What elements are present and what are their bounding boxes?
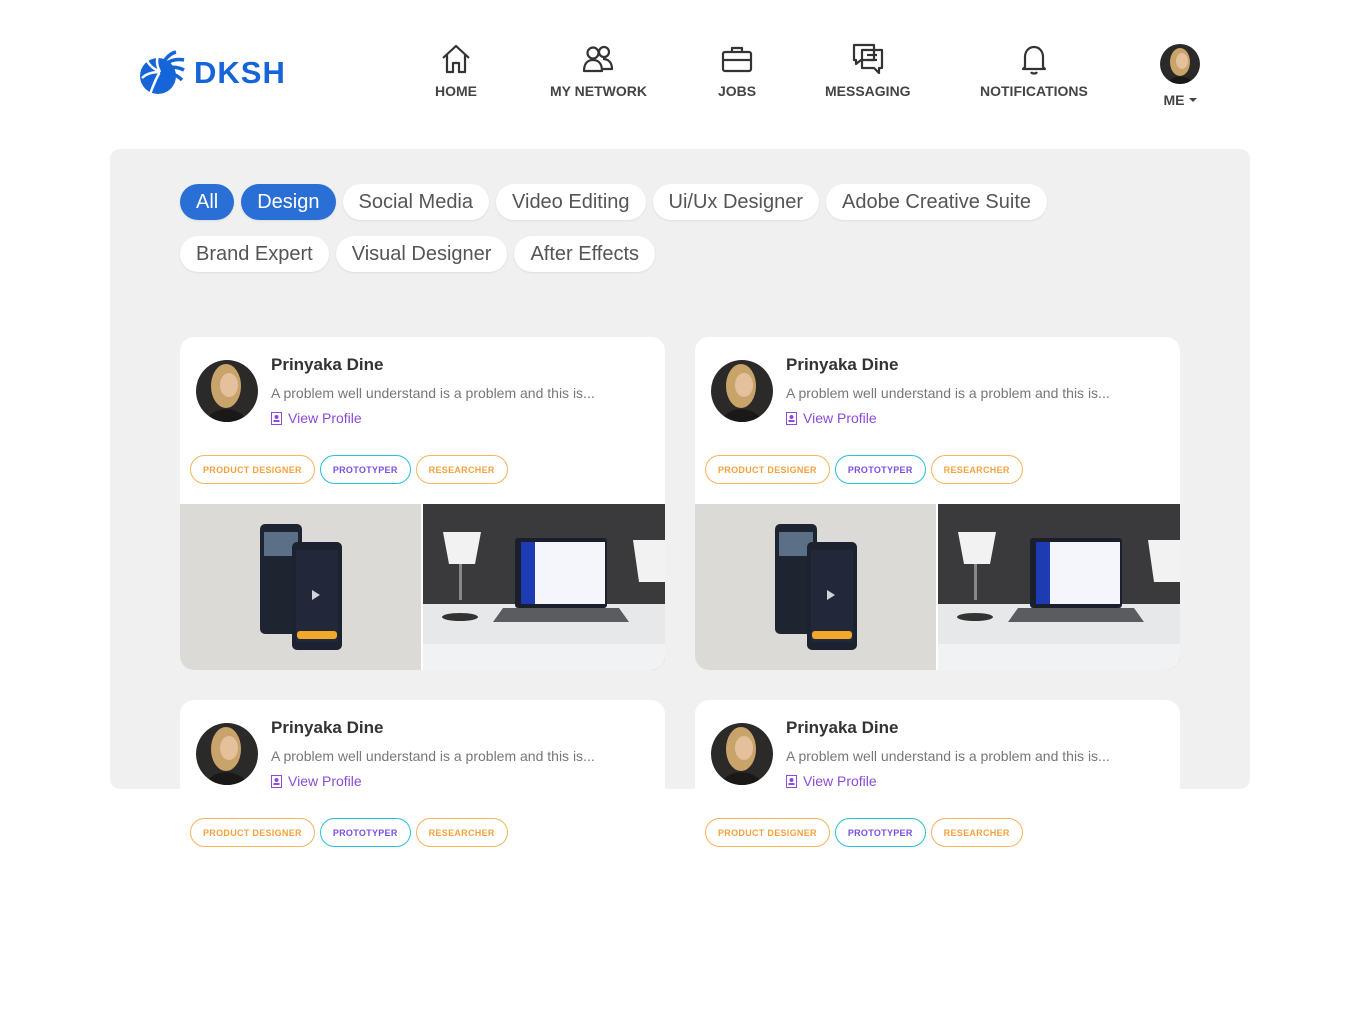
chip-visual-designer[interactable]: Visual Designer	[335, 236, 508, 272]
chip-brand-expert[interactable]: Brand Expert	[180, 236, 329, 272]
profile-name[interactable]: Prinyaka Dine	[786, 355, 898, 375]
me-menu[interactable]: ME	[1164, 92, 1197, 108]
phone-mockup-image[interactable]	[180, 504, 421, 670]
nav-my-network-label: MY NETWORK	[550, 83, 647, 99]
profile-icon	[271, 774, 282, 788]
view-profile-link[interactable]: View Profile	[786, 410, 877, 426]
tag-researcher[interactable]: RESEARCHER	[415, 455, 508, 484]
avatar	[1160, 44, 1200, 84]
profile-card[interactable]: Prinyaka Dine A problem well understand …	[180, 700, 665, 1033]
profile-description: A problem well understand is a problem a…	[271, 748, 595, 764]
profile-card[interactable]: Prinyaka Dine A problem well understand …	[695, 337, 1180, 670]
brand-name: DKSH	[194, 55, 286, 90]
tag-researcher[interactable]: RESEARCHER	[930, 818, 1023, 847]
avatar	[711, 723, 773, 785]
tag-researcher[interactable]: RESEARCHER	[415, 818, 508, 847]
chip-design[interactable]: Design	[241, 184, 336, 220]
profile-icon	[786, 774, 797, 788]
view-profile-label: View Profile	[288, 410, 362, 426]
view-profile-label: View Profile	[803, 410, 877, 426]
profile-name[interactable]: Prinyaka Dine	[786, 718, 898, 738]
laptop-mockup-image[interactable]	[423, 504, 665, 670]
nav-notifications-label: NOTIFICATIONS	[980, 83, 1088, 99]
tag-product-designer[interactable]: PRODUCT DESIGNER	[190, 455, 315, 484]
nav-my-network[interactable]: MY NETWORK	[550, 42, 647, 99]
skill-tags: PRODUCT DESIGNER PROTOTYPER RESEARCHER	[705, 455, 1023, 484]
brand-logo[interactable]: DKSH	[140, 50, 286, 96]
me-label: ME	[1163, 92, 1185, 108]
chip-social-media[interactable]: Social Media	[342, 184, 490, 220]
profile-name[interactable]: Prinyaka Dine	[271, 718, 383, 738]
portfolio-images	[180, 504, 665, 670]
filter-chips: All Design Social Media Video Editing Ui…	[180, 184, 1140, 272]
profile-description: A problem well understand is a problem a…	[271, 385, 595, 401]
nav-messaging[interactable]: MESSAGING	[825, 42, 911, 99]
skill-tags: PRODUCT DESIGNER PROTOTYPER RESEARCHER	[190, 455, 508, 484]
bell-icon	[1021, 45, 1047, 75]
main-panel: All Design Social Media Video Editing Ui…	[110, 149, 1250, 1033]
avatar	[711, 360, 773, 422]
tag-researcher[interactable]: RESEARCHER	[930, 455, 1023, 484]
chip-adobe-creative-suite[interactable]: Adobe Creative Suite	[826, 184, 1048, 220]
tag-prototyper[interactable]: PROTOTYPER	[834, 818, 926, 847]
profile-icon	[271, 411, 282, 425]
home-icon	[442, 44, 470, 74]
profile-name[interactable]: Prinyaka Dine	[271, 355, 383, 375]
avatar	[196, 360, 258, 422]
portfolio-images	[695, 504, 1180, 670]
view-profile-link[interactable]: View Profile	[271, 410, 362, 426]
top-navbar: DKSH HOME MY NETWORK JOBS MESSAGING NOTI…	[0, 0, 1356, 149]
profile-card[interactable]: Prinyaka Dine A problem well understand …	[695, 700, 1180, 1033]
view-profile-label: View Profile	[803, 773, 877, 789]
network-icon	[583, 45, 614, 73]
profile-card[interactable]: Prinyaka Dine A problem well understand …	[180, 337, 665, 670]
chip-all[interactable]: All	[180, 184, 235, 220]
tag-product-designer[interactable]: PRODUCT DESIGNER	[705, 818, 830, 847]
skill-tags: PRODUCT DESIGNER PROTOTYPER RESEARCHER	[190, 818, 508, 847]
nav-home-label: HOME	[435, 83, 477, 99]
phone-mockup-image[interactable]	[695, 504, 936, 670]
view-profile-link[interactable]: View Profile	[786, 773, 877, 789]
skill-tags: PRODUCT DESIGNER PROTOTYPER RESEARCHER	[705, 818, 1023, 847]
nav-me[interactable]: ME	[1160, 44, 1200, 108]
view-profile-link[interactable]: View Profile	[271, 773, 362, 789]
chat-icon	[852, 43, 883, 75]
tag-prototyper[interactable]: PROTOTYPER	[319, 455, 411, 484]
nav-notifications[interactable]: NOTIFICATIONS	[980, 42, 1088, 99]
tag-prototyper[interactable]: PROTOTYPER	[834, 455, 926, 484]
tag-prototyper[interactable]: PROTOTYPER	[319, 818, 411, 847]
nav-jobs-label: JOBS	[718, 83, 757, 99]
chip-after-effects[interactable]: After Effects	[514, 236, 656, 272]
profile-description: A problem well understand is a problem a…	[786, 748, 1110, 764]
profile-icon	[786, 411, 797, 425]
tag-product-designer[interactable]: PRODUCT DESIGNER	[190, 818, 315, 847]
avatar	[196, 723, 258, 785]
chip-ui-ux-designer[interactable]: Ui/Ux Designer	[652, 184, 819, 220]
nav-messaging-label: MESSAGING	[825, 83, 911, 99]
chip-video-editing[interactable]: Video Editing	[496, 184, 646, 220]
palm-logo-icon	[140, 50, 185, 95]
briefcase-icon	[721, 46, 753, 73]
laptop-mockup-image[interactable]	[938, 504, 1180, 670]
view-profile-label: View Profile	[288, 773, 362, 789]
tag-product-designer[interactable]: PRODUCT DESIGNER	[705, 455, 830, 484]
chevron-down-icon	[1188, 98, 1197, 102]
profile-description: A problem well understand is a problem a…	[786, 385, 1110, 401]
nav-jobs[interactable]: JOBS	[718, 42, 756, 99]
nav-home[interactable]: HOME	[435, 42, 477, 99]
